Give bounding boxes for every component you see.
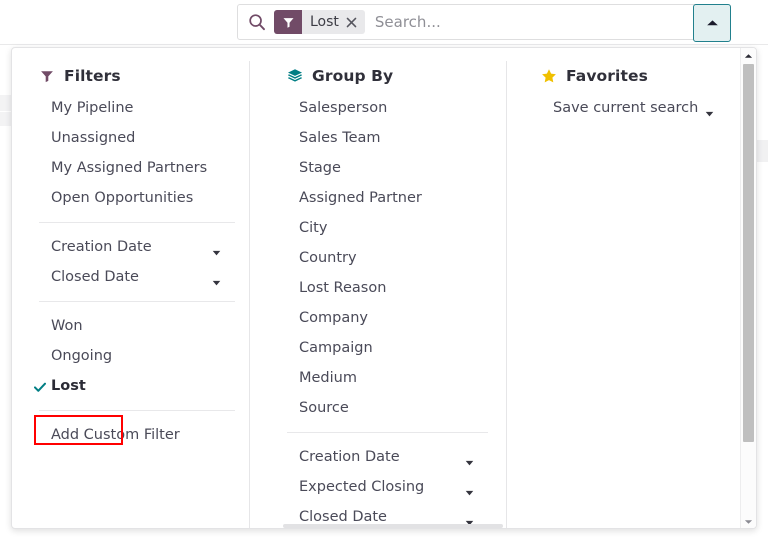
filter-item-ongoing[interactable]: Ongoing <box>12 341 249 371</box>
caret-up-icon <box>706 19 719 27</box>
search-dropdown-toggle-button[interactable] <box>693 4 731 42</box>
caret-down-icon <box>212 274 221 280</box>
group-by-item-label: Campaign <box>299 340 373 356</box>
group-by-item-label: Company <box>299 310 368 326</box>
search-bar[interactable]: Lost Search... <box>237 4 731 40</box>
filter-item-label: Ongoing <box>51 348 112 364</box>
filter-item-label: Won <box>51 318 83 334</box>
group-by-item-medium[interactable]: Medium <box>250 363 506 393</box>
group-by-item-label: Medium <box>299 370 357 386</box>
filter-item-label: My Pipeline <box>51 100 133 116</box>
filters-header-label: Filters <box>64 67 121 85</box>
filter-funnel-icon <box>39 68 55 84</box>
favorites-header: Favorites <box>507 59 742 93</box>
caret-down-icon <box>705 105 714 111</box>
background-separator-line <box>0 44 768 45</box>
group-by-item-stage[interactable]: Stage <box>250 153 506 183</box>
group-by-item-label: Country <box>299 250 357 266</box>
group-by-item-campaign[interactable]: Campaign <box>250 333 506 363</box>
scroll-up-arrow-icon[interactable] <box>741 48 756 64</box>
filter-item-label: Unassigned <box>51 130 135 146</box>
group-by-header: Group By <box>250 59 506 93</box>
group-by-item-source[interactable]: Source <box>250 393 506 423</box>
group-by-item-country[interactable]: Country <box>250 243 506 273</box>
group-by-item-label: Source <box>299 400 349 416</box>
filter-item-creation-date[interactable]: Creation Date <box>12 232 249 262</box>
column-group-by: Group By Salesperson Sales Team Stage As… <box>250 48 506 529</box>
filter-item-add-custom-filter[interactable]: Add Custom Filter <box>12 420 249 450</box>
filter-item-label: Creation Date <box>51 239 152 255</box>
stacked-layers-icon <box>287 68 303 84</box>
filter-item-label: Lost <box>51 378 86 394</box>
filter-item-label: Closed Date <box>51 269 139 285</box>
caret-down-icon <box>465 454 474 460</box>
checkmark-icon <box>34 381 46 392</box>
panel-vertical-scrollbar[interactable] <box>740 48 756 529</box>
filter-item-label: Open Opportunities <box>51 190 193 206</box>
group-by-item-label: Stage <box>299 160 341 176</box>
filters-separator-3 <box>39 410 235 411</box>
search-facet-lost[interactable]: Lost <box>274 10 365 34</box>
filter-item-open-opportunities[interactable]: Open Opportunities <box>12 183 249 213</box>
close-x-icon[interactable] <box>346 17 365 28</box>
group-by-item-label: Salesperson <box>299 100 387 116</box>
group-by-header-label: Group By <box>312 67 393 85</box>
group-by-item-company[interactable]: Company <box>250 303 506 333</box>
filters-separator-1 <box>39 222 235 223</box>
scrollbar-thumb[interactable] <box>743 64 754 442</box>
filter-item-unassigned[interactable]: Unassigned <box>12 123 249 153</box>
group-by-item-assigned-partner[interactable]: Assigned Partner <box>250 183 506 213</box>
scroll-down-arrow-icon[interactable] <box>741 514 756 529</box>
filter-item-label: Add Custom Filter <box>51 427 180 443</box>
magnifier-icon <box>248 13 266 31</box>
group-by-item-label: Expected Closing <box>299 479 424 495</box>
panel-columns: Filters My Pipeline Unassigned My Assign… <box>12 48 742 528</box>
group-by-item-label: Lost Reason <box>299 280 386 296</box>
favorites-item-save-current-search[interactable]: Save current search <box>507 93 742 123</box>
group-by-item-sales-team[interactable]: Sales Team <box>250 123 506 153</box>
group-by-item-label: Assigned Partner <box>299 190 422 206</box>
screen: Lost Search... <box>0 0 768 539</box>
group-by-item-city[interactable]: City <box>250 213 506 243</box>
filter-item-my-assigned-partners[interactable]: My Assigned Partners <box>12 153 249 183</box>
column-filters: Filters My Pipeline Unassigned My Assign… <box>12 48 249 450</box>
group-by-item-label: Sales Team <box>299 130 381 146</box>
group-by-item-label: City <box>299 220 327 236</box>
caret-down-icon <box>465 514 474 520</box>
search-options-panel: Filters My Pipeline Unassigned My Assign… <box>11 47 757 529</box>
filter-funnel-icon <box>274 10 302 34</box>
search-input[interactable]: Search... <box>375 11 724 33</box>
column-favorites: Favorites Save current search <box>507 48 742 123</box>
filter-item-my-pipeline[interactable]: My Pipeline <box>12 93 249 123</box>
group-by-item-label: Creation Date <box>299 449 400 465</box>
filters-separator-2 <box>39 301 235 302</box>
group-by-item-lost-reason[interactable]: Lost Reason <box>250 273 506 303</box>
panel-horizontal-scrollbar[interactable] <box>283 524 503 528</box>
favorites-item-label: Save current search <box>553 100 698 116</box>
filter-item-closed-date[interactable]: Closed Date <box>12 262 249 292</box>
group-by-item-expected-closing[interactable]: Expected Closing <box>250 472 506 502</box>
column-divider-2 <box>506 61 507 529</box>
filter-item-label: My Assigned Partners <box>51 160 207 176</box>
group-by-separator-1 <box>287 432 488 433</box>
favorites-header-label: Favorites <box>566 67 648 85</box>
star-icon <box>541 68 557 84</box>
filters-header: Filters <box>12 59 249 93</box>
search-facet-label: Lost <box>302 10 346 34</box>
caret-down-icon <box>465 484 474 490</box>
group-by-item-label: Closed Date <box>299 509 387 525</box>
caret-down-icon <box>212 244 221 250</box>
filter-item-won[interactable]: Won <box>12 311 249 341</box>
group-by-item-creation-date[interactable]: Creation Date <box>250 442 506 472</box>
group-by-item-salesperson[interactable]: Salesperson <box>250 93 506 123</box>
filter-item-lost[interactable]: Lost <box>12 371 249 401</box>
